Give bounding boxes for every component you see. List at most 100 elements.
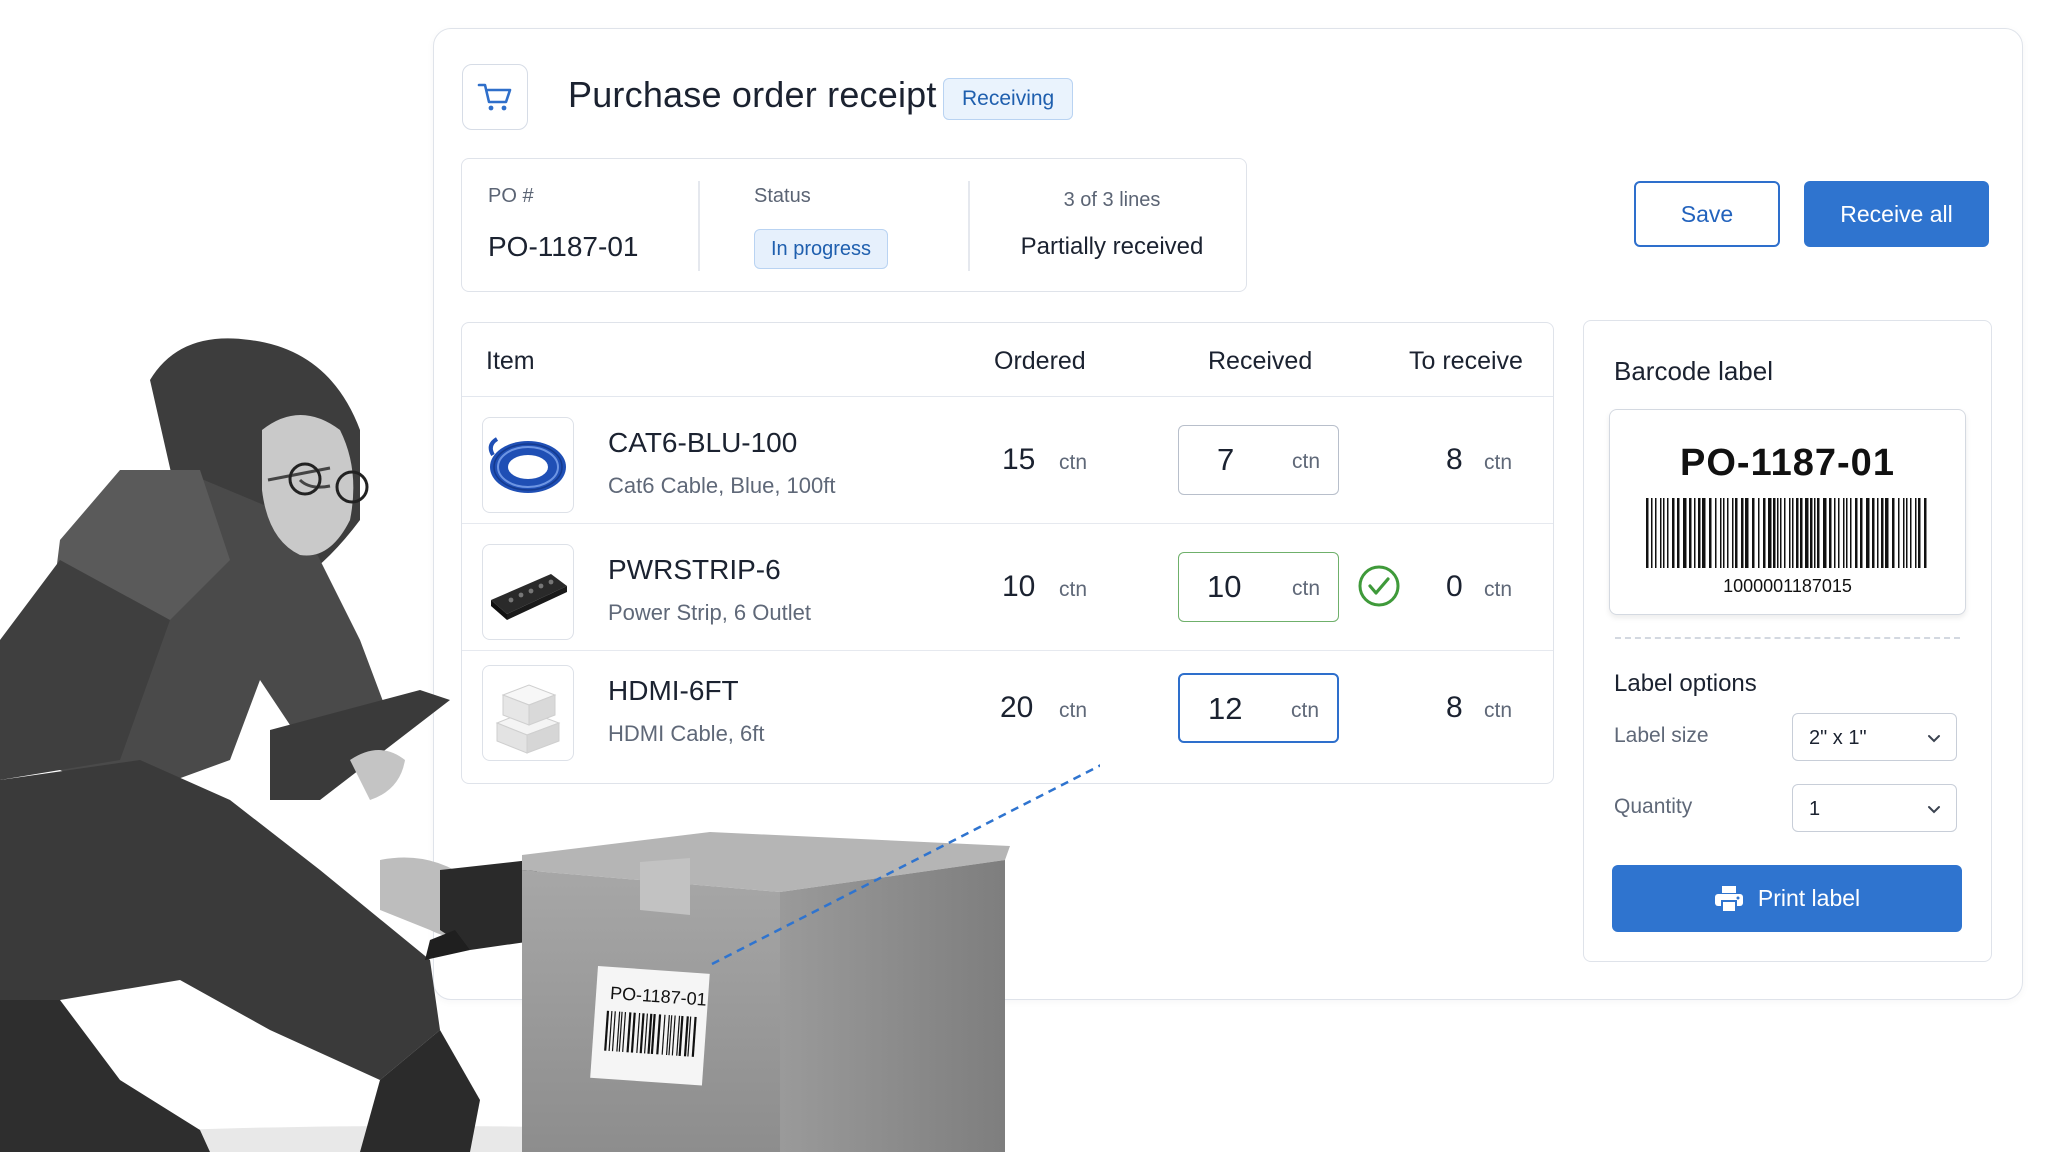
barcode-bar bbox=[1651, 498, 1653, 568]
barcode-bar bbox=[1918, 498, 1921, 568]
barcode-bar bbox=[1663, 498, 1665, 568]
received-qty-input[interactable]: 12 ctn bbox=[1178, 673, 1339, 743]
box-barcode-bar bbox=[650, 1013, 656, 1055]
barcode-bar bbox=[1672, 498, 1675, 568]
box-barcode-bar bbox=[630, 1012, 636, 1053]
barcode-bar bbox=[1698, 498, 1701, 568]
barcode-bar bbox=[1715, 498, 1717, 568]
box-barcode-bar bbox=[647, 1013, 653, 1054]
label-size-value: 2" x 1" bbox=[1809, 727, 1867, 749]
barcode-bar bbox=[1903, 498, 1905, 568]
box-barcode-bar bbox=[611, 1011, 616, 1052]
received-qty-input[interactable]: 7 ctn bbox=[1178, 425, 1339, 495]
ordered-qty: 15 bbox=[1002, 443, 1036, 476]
barcode-bar bbox=[1752, 498, 1755, 568]
box-barcode-bar bbox=[618, 1011, 623, 1052]
barcode-bar bbox=[1915, 498, 1917, 568]
box-barcode-bar bbox=[678, 1015, 684, 1056]
page-title: Purchase order receipt bbox=[568, 74, 937, 115]
barcode-bar bbox=[1792, 498, 1794, 568]
box-barcode-bar bbox=[683, 1016, 689, 1057]
barcode-bar bbox=[1723, 498, 1725, 568]
box-barcode-bar bbox=[665, 1015, 670, 1056]
barcode-bar bbox=[1745, 498, 1749, 568]
barcode-bar bbox=[1646, 498, 1649, 568]
received-qty-input[interactable]: 10 ctn bbox=[1178, 552, 1339, 622]
lines-block: 3 of 3 lines Partially received bbox=[992, 159, 1232, 291]
barcode-bar bbox=[1817, 498, 1820, 568]
barcode-bar bbox=[1892, 498, 1895, 568]
label-options-title: Label options bbox=[1614, 670, 1757, 697]
barcode-bar bbox=[1709, 498, 1712, 568]
item-sku: CAT6-BLU-100 bbox=[608, 427, 798, 458]
to-receive-qty: 8 bbox=[1446, 691, 1463, 724]
status-block: Status In progress bbox=[754, 159, 954, 291]
po-number-label: PO # bbox=[488, 185, 534, 207]
label-size-label: Label size bbox=[1614, 724, 1709, 747]
received-qty-value: 10 bbox=[1207, 569, 1242, 604]
box-barcode-bar bbox=[622, 1011, 627, 1052]
boxes-image bbox=[482, 665, 574, 761]
divider bbox=[698, 181, 700, 271]
barcode-bar bbox=[1727, 498, 1729, 568]
item-description: Cat6 Cable, Blue, 100ft bbox=[608, 473, 836, 498]
ordered-unit: ctn bbox=[1059, 699, 1088, 722]
printer-icon bbox=[1714, 885, 1743, 913]
table-row: PWRSTRIP-6 Power Strip, 6 Outlet 10 ctn … bbox=[462, 524, 1553, 651]
col-header-to-receive: To receive bbox=[1409, 347, 1523, 375]
box-barcode-bar bbox=[604, 1010, 610, 1051]
quantity-select[interactable]: 1 bbox=[1792, 784, 1957, 832]
barcode-bar bbox=[1877, 498, 1879, 568]
ordered-qty: 10 bbox=[1002, 570, 1036, 603]
barcode-bar bbox=[1694, 498, 1696, 568]
box-barcode-bar bbox=[636, 1012, 641, 1053]
barcode-bar bbox=[1829, 498, 1832, 568]
table-row: CAT6-BLU-100 Cat6 Cable, Blue, 100ft 15 … bbox=[462, 397, 1553, 524]
col-header-received: Received bbox=[1208, 347, 1313, 375]
barcode-bar bbox=[1814, 498, 1816, 568]
item-sku: HDMI-6FT bbox=[608, 675, 739, 706]
receipt-state: Partially received bbox=[1020, 233, 1204, 260]
col-header-ordered: Ordered bbox=[994, 347, 1086, 375]
status-label: Status bbox=[754, 185, 811, 207]
po-number-value: PO-1187-01 bbox=[488, 231, 639, 262]
divider bbox=[1615, 637, 1960, 639]
box-barcode-bar bbox=[608, 1011, 613, 1052]
barcode-bar bbox=[1885, 498, 1889, 568]
box-barcode-bar bbox=[656, 1014, 662, 1055]
print-label-button[interactable]: Print label bbox=[1612, 865, 1962, 932]
box-barcode-bar bbox=[676, 1015, 681, 1056]
barcode-bar bbox=[1805, 498, 1809, 568]
barcode-bar bbox=[1872, 498, 1875, 568]
barcode-bar bbox=[1777, 498, 1779, 568]
box-barcode-bar bbox=[661, 1014, 666, 1055]
box-barcode-bar bbox=[644, 1013, 649, 1054]
po-number-block: PO # PO-1187-01 bbox=[488, 159, 688, 291]
divider bbox=[968, 181, 970, 271]
barcode-bar bbox=[1855, 498, 1858, 568]
box-barcode-bar bbox=[616, 1011, 621, 1052]
chevron-down-icon bbox=[1928, 735, 1940, 743]
barcode-bar bbox=[1702, 498, 1706, 568]
to-receive-unit: ctn bbox=[1484, 699, 1513, 722]
barcode-bar bbox=[1677, 498, 1680, 568]
barcode-bar bbox=[1846, 498, 1848, 568]
table-header: Item Ordered Received To receive bbox=[462, 323, 1553, 397]
power-strip-image bbox=[482, 544, 574, 640]
col-header-item: Item bbox=[486, 347, 535, 375]
po-summary: PO # PO-1187-01 Status In progress 3 of … bbox=[461, 158, 1247, 292]
barcode-bar bbox=[1758, 498, 1760, 568]
box-barcode-bar bbox=[626, 1012, 632, 1053]
label-size-select[interactable]: 2" x 1" bbox=[1792, 713, 1957, 761]
barcode-bar bbox=[1906, 498, 1908, 568]
barcode-bar bbox=[1866, 498, 1870, 568]
barcode-bar bbox=[1784, 498, 1786, 568]
barcode-bar bbox=[1667, 498, 1669, 568]
to-receive-qty: 0 bbox=[1446, 570, 1463, 603]
barcode-bar bbox=[1763, 498, 1766, 568]
lines-count: 3 of 3 lines bbox=[1063, 189, 1161, 211]
cable-coil-image bbox=[482, 417, 574, 513]
barcode-image bbox=[1646, 498, 1927, 568]
receive-all-button[interactable]: Receive all bbox=[1804, 181, 1989, 247]
save-button[interactable]: Save bbox=[1634, 181, 1780, 247]
